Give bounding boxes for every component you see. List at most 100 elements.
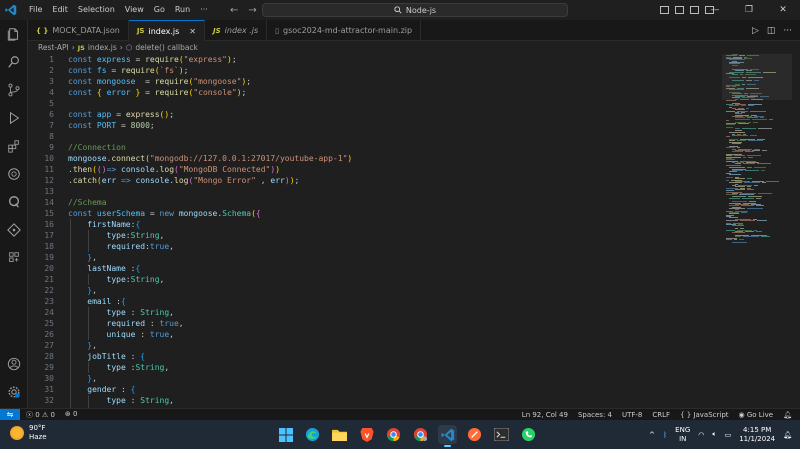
start-windows-icon[interactable] [276,425,295,444]
clock[interactable]: 4:15 PM 11/1/2024 [739,426,775,444]
settings-gear-icon[interactable] [6,384,22,400]
editor-actions: ▷ ◫ ··· [752,20,792,41]
minimap-line [747,178,752,180]
indentation[interactable]: Spaces: 4 [578,411,612,419]
line-number: 10 [44,154,54,163]
menu-selection[interactable]: Selection [73,0,120,20]
code-line: 4 const { error } = require("console"); [28,87,720,98]
line-number: 1 [49,55,54,64]
code-text: const fs = require(`fs`); [68,66,189,75]
menu-file[interactable]: File [24,0,47,20]
postman-icon[interactable] [465,425,484,444]
line-number: 11 [44,165,54,174]
minimap-line [747,167,752,169]
code-line: 7 const PORT = 8000; [28,120,720,131]
extensions-icon[interactable] [6,138,22,154]
tab-close-icon[interactable]: ✕ [189,27,196,36]
minimap-line [748,156,753,158]
tab-gsoc-zip[interactable]: ▯ gsoc2024-md-attractor-main.zip [267,20,422,41]
tab-index-js-2[interactable]: JS index .js [205,20,268,41]
code-line: 24 type : String, [28,307,720,318]
more-actions-icon[interactable]: ··· [783,26,792,36]
window-controls: — ❐ ✕ [698,0,800,20]
end-of-line[interactable]: CRLF [652,411,670,419]
menu-go[interactable]: Go [149,0,170,20]
close-icon[interactable]: ✕ [766,0,800,20]
run-debug-icon[interactable] [6,110,22,126]
editor-scrollbar[interactable] [792,54,800,408]
run-file-icon[interactable]: ▷ [752,26,759,36]
status-bar: ⇋ ⓧ 0 ⚠ 0 ⊛ 0 Ln 92, Col 49 Spaces: 4 UT… [0,408,800,421]
volume-icon[interactable]: 🔈︎ [712,430,716,439]
copilot-icon[interactable] [6,166,22,182]
vscode-taskbar-icon[interactable] [438,425,457,447]
weather-widget[interactable]: 90°F Haze [10,424,47,442]
tab-index-js-active[interactable]: JS index.js ✕ [128,20,205,41]
code-line: 10 mongoose.connect("mongodb://127.0.0.1:… [28,153,720,164]
js-file-icon: JS [136,27,145,35]
title-bar: File Edit Selection View Go Run ··· ← → … [0,0,800,20]
battery-icon[interactable]: ▭ [725,431,732,439]
language-indicator[interactable]: ENG IN [675,426,690,444]
minimap-viewport[interactable] [722,54,792,100]
minimap-line [726,220,738,222]
breadcrumb-symbol[interactable]: delete() callback [135,43,198,52]
minimap-line [735,118,750,120]
notifications-bell-icon[interactable]: 🔔︎ [783,411,792,419]
source-control-icon[interactable] [6,82,22,98]
chevron-up-icon[interactable]: ^ [649,431,655,439]
command-center-search[interactable]: Node-js [262,3,568,17]
brave-browser-icon[interactable] [357,425,376,444]
go-live-button[interactable]: ◉ Go Live [739,411,774,419]
menu-edit[interactable]: Edit [47,0,73,20]
chrome-browser-icon[interactable] [384,425,403,444]
breadcrumb-file[interactable]: index.js [88,43,117,52]
code-line: 25 required : true, [28,318,720,329]
toggle-sidebar-icon[interactable] [660,6,669,14]
chrome-profile-icon[interactable] [411,425,430,444]
language-mode[interactable]: { } JavaScript [680,411,728,419]
menu-view[interactable]: View [120,0,149,20]
split-editor-icon[interactable]: ◫ [767,26,776,36]
search-activity-icon[interactable] [6,54,22,70]
tab-mock-data-json[interactable]: { } MOCK_DATA.json [28,20,129,41]
notification-center-icon[interactable]: 🔔︎ [783,431,792,439]
menu-more[interactable]: ··· [195,0,213,20]
minimap-line [769,118,773,120]
toggle-panel-icon[interactable] [675,6,684,14]
remote-explorer-icon[interactable] [6,194,22,210]
minimap-line [741,211,747,213]
terminal-icon[interactable] [492,425,511,444]
back-arrow-icon[interactable]: ← [230,5,238,16]
minimap-line [754,167,766,169]
minimap-line [729,198,740,200]
wifi-icon[interactable]: ◠ [698,431,704,439]
cursor-position[interactable]: Ln 92, Col 49 [522,411,568,419]
menu-run[interactable]: Run [170,0,195,20]
edge-browser-icon[interactable] [303,425,322,444]
minimize-icon[interactable]: — [698,0,732,20]
explorer-icon[interactable] [6,26,22,42]
containers-icon[interactable] [6,250,22,266]
line-number: 25 [44,319,54,328]
code-editor[interactable]: 1 const express = require("express"); 2 co… [28,54,720,408]
account-icon[interactable] [6,356,22,372]
tab-label: MOCK_DATA.json [52,26,120,35]
minimap-line [726,238,732,240]
ports-indicator[interactable]: ⊛ 0 [65,410,78,420]
whatsapp-icon[interactable] [519,425,538,444]
line-number: 21 [44,275,54,284]
forward-arrow-icon[interactable]: → [248,5,256,16]
breadcrumb-folder[interactable]: Rest-API [38,43,69,52]
minimap-line [726,99,736,101]
bluetooth-icon[interactable]: ᛒ [663,431,667,439]
git-graph-icon[interactable] [6,222,22,238]
problems-indicator[interactable]: ⓧ 0 ⚠ 0 [26,410,55,420]
minimap[interactable] [722,54,792,408]
restore-icon[interactable]: ❐ [732,0,766,20]
file-explorer-icon[interactable] [330,425,349,444]
encoding[interactable]: UTF-8 [622,411,642,419]
remote-indicator-icon[interactable]: ⇋ [0,408,20,421]
code-line: 31 gender : { [28,384,720,395]
nav-arrows: ← → [230,0,257,20]
